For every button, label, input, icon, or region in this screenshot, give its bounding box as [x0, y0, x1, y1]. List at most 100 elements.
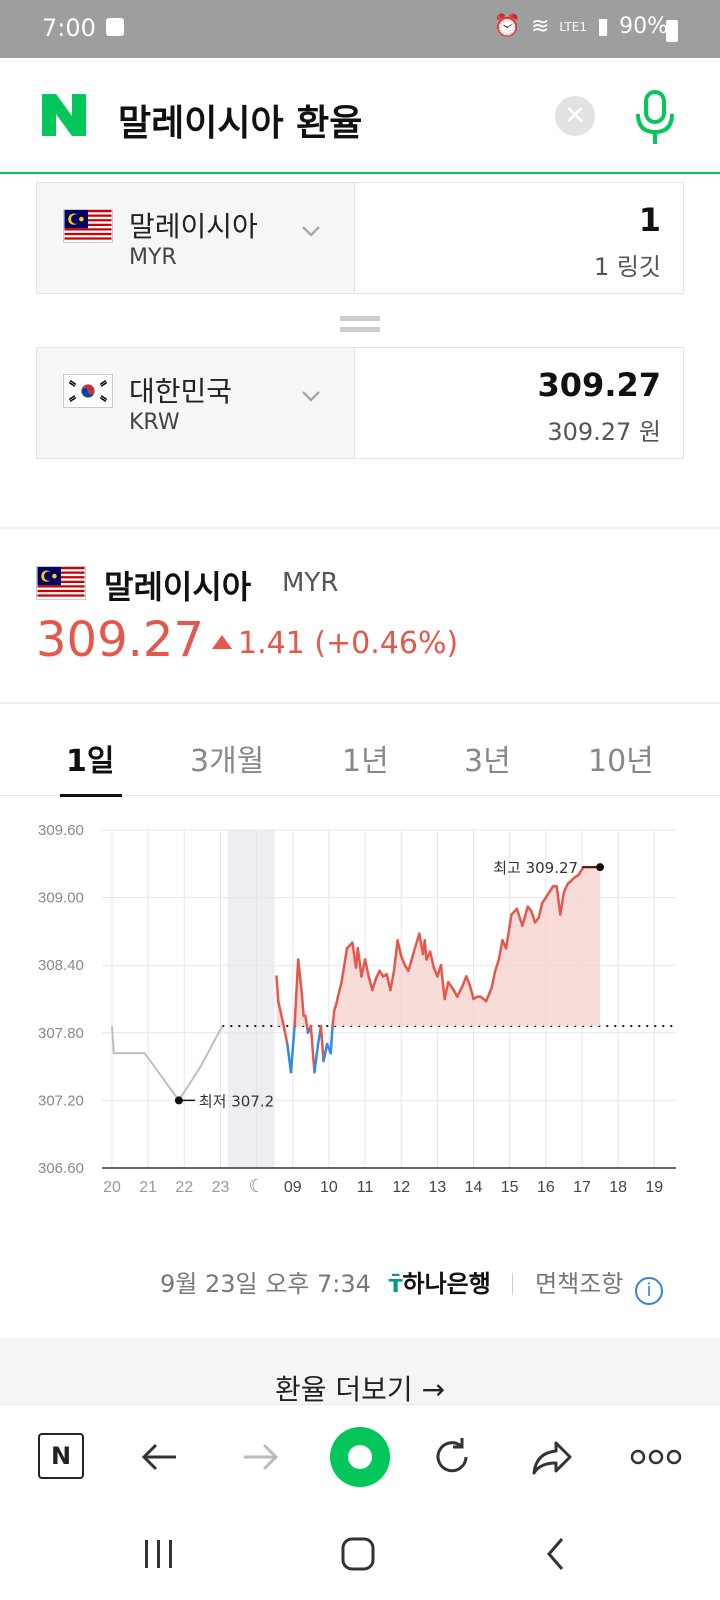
source-info: 9월 23일 오후 7:34 ᴛ̄하나은행 면책조항 i: [160, 1264, 664, 1305]
x-tick-label: 11: [357, 1179, 374, 1196]
previous-days-line: [111, 1025, 224, 1103]
rate-currency-code: MYR: [282, 568, 339, 598]
status-bar: 7:00 ⏰ ≋ LTE1 ▮ 90%: [0, 0, 720, 58]
search-query[interactable]: 말레이시아 환율: [118, 94, 362, 146]
to-currency-code: KRW: [129, 410, 180, 435]
more-options-icon[interactable]: [628, 1433, 684, 1481]
x-tick-label: 12: [392, 1179, 410, 1196]
night-shading: [227, 830, 275, 1168]
bank-name: ᴛ̄하나은행: [389, 1270, 491, 1298]
rate-currency-name: 말레이시아: [104, 568, 252, 606]
signal-icon: ▮: [596, 14, 610, 39]
back-icon[interactable]: [544, 1536, 568, 1572]
high-point-label: 최고 309.27: [493, 859, 578, 877]
divider: [512, 1273, 514, 1295]
microphone-icon[interactable]: [630, 88, 680, 148]
x-tick-label: 13: [428, 1179, 446, 1196]
tab-3y[interactable]: 3년: [464, 736, 511, 780]
y-tick-label: 308.40: [38, 957, 84, 974]
status-icons: ⏰ ≋ LTE1 ▮ 90%: [494, 14, 668, 39]
exchange-rate-chart[interactable]: 309.60 309.00 308.40 307.80 307.20 306.60 20 21…: [0, 810, 720, 1240]
y-tick-label: 309.60: [38, 822, 84, 839]
hana-bank-icon: ᴛ̄: [388, 1270, 403, 1298]
x-tick-label: 20: [103, 1179, 121, 1196]
bank-name-text: 하나은행: [402, 1270, 491, 1298]
x-tick-label: 14: [465, 1179, 483, 1196]
tab-1y[interactable]: 1년: [342, 736, 389, 780]
search-bar: 말레이시아 환율 ✕: [0, 58, 720, 174]
status-time: 7:00: [42, 14, 96, 42]
converter-to: 대한민국 KRW 309.27 309.27 원: [36, 347, 684, 459]
info-icon[interactable]: i: [635, 1277, 664, 1305]
notification-check-icon: [106, 18, 124, 36]
back-arrow-icon[interactable]: [136, 1433, 184, 1481]
today-line-segment: [313, 1042, 320, 1074]
y-tick-label: 307.80: [38, 1025, 84, 1042]
x-tick-label: 19: [645, 1179, 663, 1196]
today-line-segment: [304, 1014, 310, 1035]
y-tick-label: 309.00: [38, 890, 84, 907]
from-currency-code: MYR: [129, 245, 177, 270]
divider: [0, 527, 720, 529]
today-line-segment: [322, 1042, 329, 1063]
browser-toolbar: N: [0, 1404, 720, 1508]
tab-3m[interactable]: 3개월: [190, 736, 264, 780]
system-nav-bar: [0, 1508, 720, 1600]
x-tick-label: 15: [501, 1179, 519, 1196]
x-tick-label: 22: [175, 1179, 193, 1196]
from-amount-text: 1 링깃: [593, 253, 661, 281]
to-amount-text: 309.27 원: [547, 418, 661, 446]
low-point-label: 최저 307.2: [199, 1092, 274, 1110]
korea-flag-icon: [63, 374, 113, 408]
home-icon[interactable]: [340, 1536, 376, 1572]
equals-icon: [340, 316, 380, 332]
x-tick-label: 09: [284, 1179, 302, 1196]
to-currency-name: 대한민국: [129, 375, 233, 408]
y-tick-label: 307.20: [38, 1092, 84, 1109]
today-line-segment: [329, 1024, 334, 1055]
rate-change: 1.41 (+0.46%): [212, 626, 458, 661]
x-tick-label: 23: [212, 1179, 230, 1196]
battery-percent: 90%: [619, 14, 668, 39]
clear-search-button[interactable]: ✕: [555, 96, 595, 136]
to-currency-select[interactable]: 대한민국 KRW: [37, 348, 355, 458]
chevron-down-icon: [302, 226, 320, 237]
x-tick-label: 16: [537, 1179, 555, 1196]
x-tick-label: 18: [609, 1179, 627, 1196]
x-tick-label: 21: [139, 1179, 157, 1196]
to-amount-input[interactable]: 309.27: [538, 366, 661, 404]
from-amount-input[interactable]: 1: [639, 201, 661, 239]
tab-1d[interactable]: 1일: [66, 736, 114, 780]
lte-label: LTE1: [559, 19, 587, 34]
recent-apps-icon[interactable]: [142, 1538, 176, 1570]
share-icon[interactable]: [528, 1433, 576, 1481]
today-line-segment: [319, 1024, 325, 1063]
refresh-icon[interactable]: [428, 1433, 476, 1481]
forward-arrow-icon[interactable]: [236, 1433, 284, 1481]
rate-change-text: 1.41 (+0.46%): [238, 626, 459, 661]
converter-from: 말레이시아 MYR 1 1 링깃: [36, 182, 684, 294]
period-tabs: 1일 3개월 1년 3년 10년: [0, 706, 720, 797]
up-arrow-icon: [212, 635, 232, 649]
from-currency-name: 말레이시아: [129, 210, 258, 243]
more-exchange-rates-button[interactable]: 환율 더보기 →: [0, 1368, 720, 1408]
green-dot-button[interactable]: [330, 1427, 390, 1487]
wifi-icon: ≋: [530, 14, 550, 39]
malaysia-flag-icon: [36, 566, 86, 600]
rate-value: 309.27: [36, 612, 204, 668]
disclaimer-link[interactable]: 면책조항: [535, 1270, 623, 1298]
moon-icon: ☾: [249, 1176, 265, 1197]
tab-10y[interactable]: 10년: [588, 736, 654, 780]
today-line-segment: [282, 1024, 289, 1046]
divider: [0, 702, 720, 704]
naver-home-button[interactable]: N: [38, 1433, 84, 1479]
from-currency-select[interactable]: 말레이시아 MYR: [37, 183, 355, 293]
naver-logo-icon[interactable]: [40, 92, 88, 138]
active-tab-indicator: [60, 794, 122, 797]
battery-icon: [666, 20, 678, 42]
update-time: 9월 23일 오후 7:34: [160, 1270, 371, 1298]
x-tick-label: 10: [320, 1179, 338, 1196]
alarm-icon: ⏰: [493, 14, 521, 39]
y-tick-label: 306.60: [38, 1160, 84, 1177]
x-tick-label: 17: [573, 1179, 591, 1196]
